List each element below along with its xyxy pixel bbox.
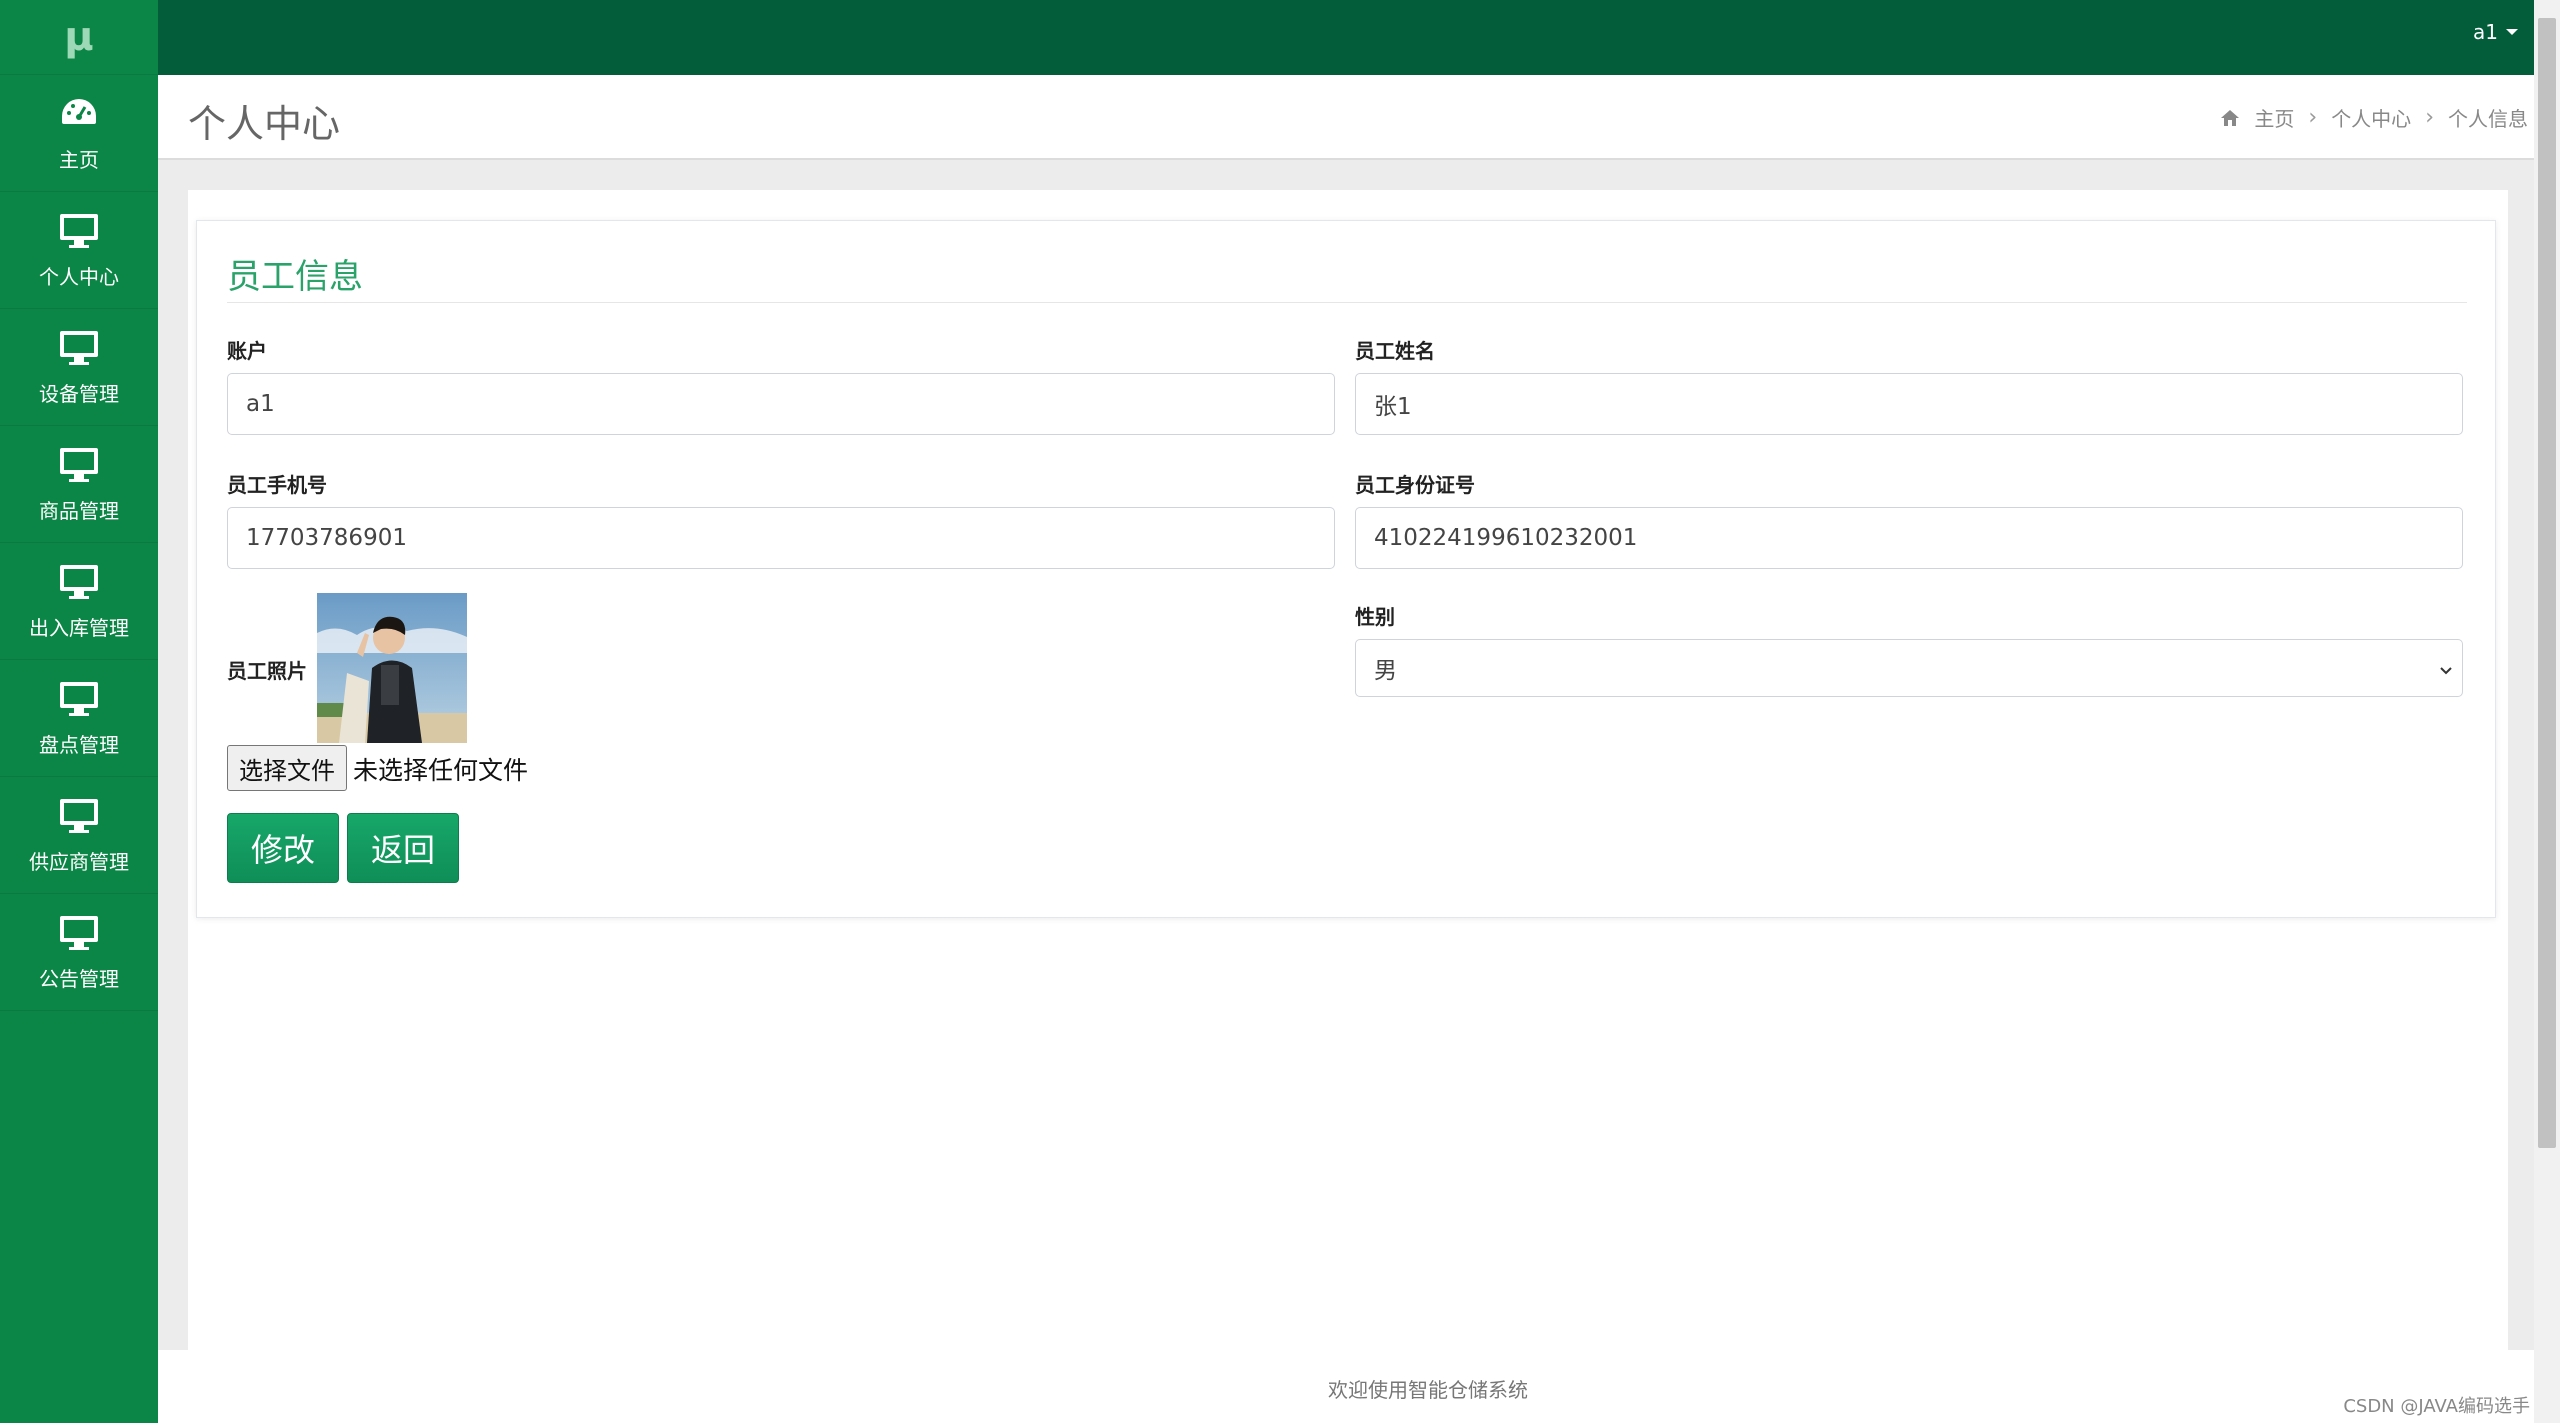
monitor-icon (57, 679, 101, 719)
chevron-right-icon: › (2425, 105, 2434, 130)
sidebar-item-label: 商品管理 (39, 498, 119, 523)
user-name: a1 (2473, 20, 2498, 44)
employee-info-card: 员工信息 账户 a1 员工姓名 张1 员工手机号 17703786901 员工身… (196, 220, 2496, 918)
sidebar-item-equipment[interactable]: 设备管理 (0, 309, 158, 426)
card-title: 员工信息 (227, 257, 363, 297)
page-header: 个人中心 主页 › 个人中心 › 个人信息 (158, 75, 2534, 160)
employee-name-input[interactable]: 张1 (1355, 373, 2463, 435)
monitor-icon (57, 562, 101, 602)
breadcrumb-personal-center[interactable]: 个人中心 (2331, 103, 2411, 132)
scrollbar-thumb[interactable] (2538, 18, 2556, 1148)
sidebar-item-label: 供应商管理 (29, 849, 129, 874)
monitor-icon (57, 445, 101, 485)
footer-text: 欢迎使用智能仓储系统 (1328, 1378, 1528, 1402)
id-card-input[interactable]: 410224199610232001 (1355, 507, 2463, 569)
home-icon (2221, 109, 2240, 126)
choose-file-button[interactable]: 选择文件 (227, 745, 347, 791)
breadcrumb: 主页 › 个人中心 › 个人信息 (2220, 103, 2528, 132)
sidebar-item-goods[interactable]: 商品管理 (0, 426, 158, 543)
phone-label: 员工手机号 (227, 473, 327, 497)
dashboard-icon (57, 94, 101, 134)
sidebar-item-home[interactable]: 主页 (0, 75, 158, 192)
sidebar-item-label: 出入库管理 (29, 615, 129, 640)
sidebar-item-label: 设备管理 (39, 381, 119, 406)
watermark: CSDN @JAVA编码选手 (2343, 1396, 2530, 1417)
account-input[interactable]: a1 (227, 373, 1335, 435)
monitor-icon (57, 328, 101, 368)
modify-button[interactable]: 修改 (227, 813, 339, 883)
chevron-down-icon (2440, 667, 2452, 675)
monitor-icon (57, 796, 101, 836)
back-button[interactable]: 返回 (347, 813, 459, 883)
sidebar: μ 主页 个人中心 设备管理 商品管理 出入库管理 盘点管理 供应商管理 公告管… (0, 0, 158, 1423)
sidebar-item-label: 公告管理 (39, 966, 119, 991)
logo-text: μ (64, 14, 94, 60)
id-card-label: 员工身份证号 (1355, 473, 1475, 497)
account-value: a1 (246, 391, 275, 417)
chevron-right-icon: › (2308, 105, 2318, 130)
breadcrumb-current: 个人信息 (2448, 107, 2528, 131)
sidebar-item-personal-center[interactable]: 个人中心 (0, 192, 158, 309)
sidebar-item-label: 主页 (59, 147, 99, 172)
sidebar-item-suppliers[interactable]: 供应商管理 (0, 777, 158, 894)
id-card-value: 410224199610232001 (1374, 525, 1638, 551)
employee-name-label: 员工姓名 (1355, 339, 1435, 363)
gender-label: 性别 (1355, 605, 1395, 629)
sidebar-item-inventory-io[interactable]: 出入库管理 (0, 543, 158, 660)
employee-photo (317, 593, 467, 743)
photo-label: 员工照片 (227, 659, 307, 683)
file-status-text: 未选择任何文件 (353, 756, 529, 785)
top-bar: a1 (158, 0, 2534, 75)
employee-name-value: 张1 (1374, 394, 1412, 420)
divider (227, 302, 2467, 303)
breadcrumb-home[interactable]: 主页 (2254, 103, 2294, 132)
gender-select[interactable]: 男 (1355, 639, 2463, 697)
logo[interactable]: μ (0, 0, 158, 75)
sidebar-item-stocktaking[interactable]: 盘点管理 (0, 660, 158, 777)
phone-value: 17703786901 (246, 525, 407, 551)
monitor-icon (57, 211, 101, 251)
sidebar-item-label: 个人中心 (39, 264, 119, 289)
account-label: 账户 (227, 339, 267, 363)
content-area: 员工信息 账户 a1 员工姓名 张1 员工手机号 17703786901 员工身… (188, 190, 2508, 1350)
footer: 欢迎使用智能仓储系统 (158, 1350, 2534, 1423)
sidebar-item-label: 盘点管理 (39, 732, 119, 757)
user-menu[interactable]: a1 (2473, 20, 2518, 44)
caret-down-icon (2506, 29, 2518, 35)
sidebar-item-announcements[interactable]: 公告管理 (0, 894, 158, 1011)
page-title: 个人中心 (188, 102, 341, 146)
gender-value: 男 (1374, 658, 1397, 684)
monitor-icon (57, 913, 101, 953)
scrollbar[interactable] (2534, 0, 2560, 1423)
phone-input[interactable]: 17703786901 (227, 507, 1335, 569)
